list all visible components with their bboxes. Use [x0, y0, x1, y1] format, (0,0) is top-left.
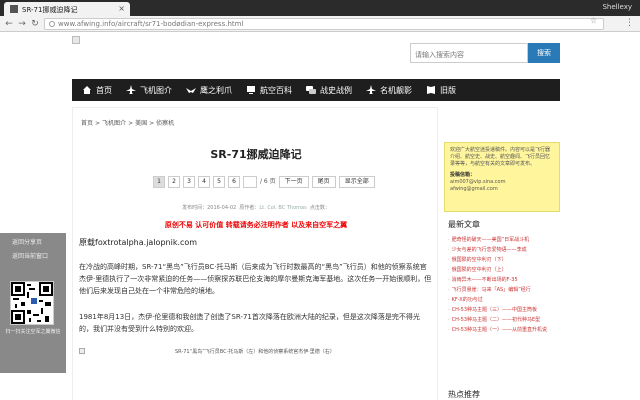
forward-icon[interactable]: →	[16, 18, 28, 30]
menu-icon[interactable]: ⋮	[625, 18, 634, 28]
qr-code-image	[10, 281, 54, 325]
nav-item-old-version[interactable]: 旧版	[426, 85, 456, 96]
list-item[interactable]: · CH-53种马主题（二）——初代种马E型	[448, 315, 560, 325]
eagle-icon	[186, 85, 196, 95]
browser-toolbar: ← → ↻ www.afwing.info/aircraft/sr71-bodø…	[0, 16, 640, 32]
latest-articles-list: · 肥奇怪的破天——美国“日军战斗机 · 少女与差的飞行恋爱物语——李成 · 俄国陨的…	[448, 235, 560, 335]
list-item[interactable]: · CH-53种马主题（一）——从前重直升机说	[448, 325, 560, 335]
page-link[interactable]: 1	[153, 176, 165, 188]
source-link[interactable]: foxtrotalpha.jalopnik.com	[95, 238, 197, 247]
show-all-button[interactable]: 显示全部	[338, 176, 375, 188]
profile-name[interactable]: Shellexy	[602, 3, 632, 11]
address-bar[interactable]: www.afwing.info/aircraft/sr71-bodødian-e…	[44, 18, 604, 30]
broken-image-icon	[79, 348, 85, 354]
page-link[interactable]: 4	[198, 176, 210, 188]
email-link[interactable]: afwing@gmail.com	[450, 186, 554, 193]
plane-icon	[126, 85, 136, 95]
favicon-icon	[10, 5, 18, 13]
article-paragraph: 1981年8月13日，杰伊·伦里德和我创造了创造了SR-71首次降落在欧洲大陆的…	[79, 313, 420, 333]
page-title: SR-71挪威迫降记	[210, 148, 302, 161]
author-link[interactable]: Lt. Col. BC Thomas	[259, 205, 306, 211]
next-page-button[interactable]: 下一页	[278, 176, 309, 188]
home-icon	[82, 85, 92, 95]
source-line: 原载foxtrotalpha.jalopnik.com	[79, 238, 198, 247]
tab-title: SR-71挪威迫降记	[22, 6, 78, 14]
nav-item-eagle[interactable]: 鹰之利爪	[186, 85, 232, 96]
reload-icon[interactable]: ↻	[29, 18, 41, 30]
breadcrumb: 首页 > 飞机图介 > 美国 > 侦察机	[81, 120, 175, 127]
hot-articles-heading: 热点推荐	[448, 390, 480, 399]
page-total: / 6 页	[260, 178, 276, 185]
bookmark-star-icon[interactable]: ☆	[590, 16, 597, 25]
breadcrumb-usa[interactable]: 美国	[135, 120, 147, 127]
page-link[interactable]: 5	[213, 176, 225, 188]
nav-item-home[interactable]: 首页	[82, 85, 112, 96]
breadcrumb-recon[interactable]: 侦察机	[156, 120, 174, 127]
back-icon[interactable]: ←	[3, 18, 15, 30]
article-panel: 首页 > 飞机图介 > 美国 > 侦察机 SR-71挪威迫降记 1 2 3 4 5 6 / …	[72, 107, 438, 400]
list-item[interactable]: · CH-53种马主题（三）——中国主筒板	[448, 305, 560, 315]
list-item[interactable]: · 俄国陨的空中利刃（下）	[448, 255, 560, 265]
chat-icon	[306, 85, 316, 95]
floating-share-panel: 返回分享页 返回当前窗口 扫一扫关注空军之翼微信	[0, 233, 66, 373]
email-link[interactable]: aim007@vip.sina.com	[450, 179, 554, 186]
breadcrumb-home[interactable]: 首页	[81, 120, 93, 127]
wechat-note: 扫一扫关注空军之翼微信	[5, 329, 61, 335]
url-text: www.afwing.info/aircraft/sr71-bodødian-e…	[58, 20, 244, 28]
search-input[interactable]: 请输入搜索内容	[410, 43, 528, 63]
return-window-link[interactable]: 返回当前窗口	[12, 251, 48, 260]
web-page: 请输入搜索内容 搜索 首页 飞机图介 鹰之利爪 航空百科 战史战例 名机靓影 旧…	[0, 33, 640, 400]
nav-item-aircraft[interactable]: 飞机图介	[126, 85, 172, 96]
list-item[interactable]: · 消雨异木——不断出场的F-35	[448, 275, 560, 285]
main-nav: 首页 飞机图介 鹰之利爪 航空百科 战史战例 名机靓影 旧版	[72, 79, 560, 101]
page-link[interactable]: 3	[183, 176, 195, 188]
browser-tab[interactable]: SR-71挪威迫降记 ×	[4, 2, 130, 16]
article-meta: 发布时间：2016-04-02 原作者：Lt. Col. BC Thomas 点…	[182, 205, 330, 211]
page-link[interactable]: 2	[168, 176, 180, 188]
page-jump-input[interactable]	[243, 176, 257, 188]
info-icon	[49, 21, 55, 27]
copyright-notice: 原创不易 认可价值 转载请务必注明作者 以及来自空军之翼	[164, 221, 348, 229]
logo-image	[72, 36, 80, 44]
list-item[interactable]: · 肥奇怪的破天——美国“日军战斗机	[448, 235, 560, 245]
image-caption: SR-71“黑鸟”飞行员BC·托马斯（左）和他的侦察系统官杰伊·里德（右）	[175, 349, 335, 355]
list-item[interactable]: · 俄国陨的空中利刃（上）	[448, 265, 560, 275]
last-page-button[interactable]: 尾页	[311, 176, 336, 188]
article-paragraph: 在冷战的高峰时期，SR-71“黑鸟”飞行员BC·托马斯（后来成为飞行时数最高的“…	[79, 263, 432, 295]
publish-date: 2016-04-02	[207, 205, 237, 211]
search-button[interactable]: 搜索	[528, 43, 560, 63]
list-item[interactable]: · 少女与差的飞行恋爱物语——李成	[448, 245, 560, 255]
computer-icon	[246, 85, 256, 95]
nav-item-gallery[interactable]: 名机靓影	[366, 85, 412, 96]
pagination: 1 2 3 4 5 6 / 6 页 下一页 尾页 显示全部	[153, 176, 375, 188]
breadcrumb-aircraft[interactable]: 飞机图介	[102, 120, 126, 127]
close-icon[interactable]: ×	[118, 4, 125, 13]
plane-icon	[366, 85, 376, 95]
browser-tabbar: SR-71挪威迫降记 × Shellexy	[0, 0, 640, 16]
nav-item-history[interactable]: 战史战例	[306, 85, 352, 96]
book-icon	[426, 85, 436, 95]
nav-item-encyclopedia[interactable]: 航空百科	[246, 85, 292, 96]
submission-notice: 欢迎广大航空迷投递稿件。内容可以是飞行器介绍、航空史、战史、航空趣闻、飞行员回忆…	[444, 142, 560, 212]
list-item[interactable]: · 飞行员悬崖：马来「AS」编辑”经行	[448, 285, 560, 295]
list-item[interactable]: · KF-X的功与过	[448, 295, 560, 305]
page-link[interactable]: 6	[228, 176, 240, 188]
return-share-link[interactable]: 返回分享页	[12, 237, 42, 246]
latest-articles-heading: 最新文章	[448, 220, 480, 229]
